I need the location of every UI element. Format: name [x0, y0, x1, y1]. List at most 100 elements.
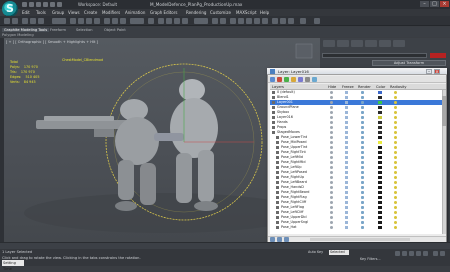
hide-toggle-icon[interactable]: [330, 91, 333, 94]
radiosity-toggle-icon[interactable]: [394, 201, 397, 204]
delete-layer-icon[interactable]: [277, 77, 282, 82]
hide-toggle-icon[interactable]: [330, 101, 333, 104]
radiosity-toggle-icon[interactable]: [394, 146, 397, 149]
hide-toggle-icon[interactable]: [330, 181, 333, 184]
render-toggle-icon[interactable]: [361, 111, 364, 114]
rectangular-selection-icon[interactable]: [86, 18, 92, 24]
play-icon[interactable]: [409, 251, 414, 256]
layer-color-swatch[interactable]: [378, 216, 382, 219]
render-toggle-icon[interactable]: [361, 126, 364, 129]
hide-toggle-icon[interactable]: [330, 171, 333, 174]
layer-expand-icon[interactable]: [276, 151, 279, 154]
freeze-toggle-icon[interactable]: [345, 91, 348, 94]
layer-color-swatch[interactable]: [378, 136, 382, 139]
freeze-toggle-icon[interactable]: [345, 111, 348, 114]
reference-coordinate-dropdown[interactable]: [130, 18, 144, 24]
render-toggle-icon[interactable]: [361, 101, 364, 104]
pivot-center-icon[interactable]: [148, 18, 154, 24]
radiosity-toggle-icon[interactable]: [394, 226, 397, 229]
hide-toggle-icon[interactable]: [330, 156, 333, 159]
radiosity-toggle-icon[interactable]: [394, 181, 397, 184]
graphite-toggle-icon[interactable]: [238, 18, 244, 24]
tab-freeform[interactable]: Freeform: [50, 28, 66, 32]
menu-views[interactable]: Views: [68, 10, 80, 15]
curve-editor-icon[interactable]: [246, 18, 252, 24]
render-toggle-icon[interactable]: [361, 221, 364, 224]
mirror-icon[interactable]: [212, 18, 218, 24]
layer-color-swatch[interactable]: [378, 126, 382, 129]
layer-color-swatch[interactable]: [378, 111, 382, 114]
radiosity-toggle-icon[interactable]: [394, 111, 397, 114]
layer-list-scroll-thumb[interactable]: [442, 96, 446, 126]
freeze-toggle-icon[interactable]: [345, 121, 348, 124]
radiosity-toggle-icon[interactable]: [394, 186, 397, 189]
layer-color-swatch[interactable]: [378, 96, 382, 99]
render-toggle-icon[interactable]: [361, 186, 364, 189]
hide-toggle-icon[interactable]: [330, 116, 333, 119]
radiosity-toggle-icon[interactable]: [394, 116, 397, 119]
render-toggle-icon[interactable]: [361, 141, 364, 144]
bind-space-warp-icon[interactable]: [38, 18, 44, 24]
layer-expand-icon[interactable]: [276, 141, 279, 144]
freeze-toggle-icon[interactable]: [345, 166, 348, 169]
layer-expand-icon[interactable]: [272, 91, 275, 94]
render-toggle-icon[interactable]: [361, 226, 364, 229]
radiosity-toggle-icon[interactable]: [394, 141, 397, 144]
hide-toggle-icon[interactable]: [330, 131, 333, 134]
next-frame-icon[interactable]: [416, 251, 421, 256]
hide-toggle-icon[interactable]: [330, 166, 333, 169]
layer-color-swatch[interactable]: [378, 131, 382, 134]
add-to-layer-icon[interactable]: [284, 77, 289, 82]
hide-toggle-icon[interactable]: [330, 186, 333, 189]
modify-tab-icon[interactable]: [337, 40, 349, 47]
freeze-toggle-icon[interactable]: [345, 206, 348, 209]
freeze-toggle-icon[interactable]: [345, 151, 348, 154]
layer-color-swatch[interactable]: [378, 141, 382, 144]
go-to-end-icon[interactable]: [423, 251, 428, 256]
highlight-selected-icon[interactable]: [298, 77, 303, 82]
link-icon[interactable]: [22, 18, 28, 24]
radiosity-toggle-icon[interactable]: [394, 161, 397, 164]
layer-expand-icon[interactable]: [272, 111, 275, 114]
col-layers[interactable]: Layers: [272, 85, 284, 89]
angle-snap-icon[interactable]: [166, 18, 172, 24]
select-highlighted-icon[interactable]: [291, 77, 296, 82]
radiosity-toggle-icon[interactable]: [394, 206, 397, 209]
layer-expand-icon[interactable]: [272, 96, 275, 99]
menu-tools[interactable]: Tools: [36, 10, 46, 15]
viewcube-icon[interactable]: [295, 43, 313, 59]
close-button[interactable]: ×: [440, 1, 449, 7]
render-toggle-icon[interactable]: [361, 191, 364, 194]
zoom-icon[interactable]: [433, 251, 438, 256]
layer-color-swatch[interactable]: [378, 196, 382, 199]
material-editor-icon[interactable]: [262, 18, 268, 24]
layer-expand-icon[interactable]: [272, 116, 275, 119]
layer-expand-icon[interactable]: [272, 131, 275, 134]
render-toggle-icon[interactable]: [361, 91, 364, 94]
freeze-toggle-icon[interactable]: [345, 106, 348, 109]
select-by-name-icon[interactable]: [78, 18, 84, 24]
radiosity-toggle-icon[interactable]: [394, 91, 397, 94]
layer-expand-icon[interactable]: [276, 181, 279, 184]
radiosity-toggle-icon[interactable]: [394, 96, 397, 99]
undo-tool-icon[interactable]: [4, 18, 10, 24]
layer-color-swatch[interactable]: [378, 166, 382, 169]
viewport-label[interactable]: [ + ] [ Orthographic ] [ Smooth + Highli…: [6, 40, 98, 44]
layer-color-swatch[interactable]: [378, 206, 382, 209]
auto-key-button[interactable]: Auto Key: [308, 250, 323, 254]
workspace-selector[interactable]: Workspace: Default: [78, 2, 117, 7]
freeze-toggle-icon[interactable]: [345, 136, 348, 139]
layer-color-swatch[interactable]: [378, 201, 382, 204]
maximize-button[interactable]: □: [430, 1, 439, 7]
motion-tab-icon[interactable]: [365, 40, 377, 47]
select-object-icon[interactable]: [70, 18, 76, 24]
freeze-toggle-icon[interactable]: [345, 96, 348, 99]
layer-color-swatch[interactable]: [378, 121, 382, 124]
menu-rendering[interactable]: Rendering: [186, 10, 206, 15]
layer-expand-icon[interactable]: [272, 101, 275, 104]
freeze-toggle-icon[interactable]: [345, 221, 348, 224]
redo-icon[interactable]: [50, 2, 55, 7]
render-production-icon[interactable]: [288, 18, 294, 24]
orbit-icon[interactable]: [440, 251, 445, 256]
snaps-toggle-icon[interactable]: [158, 18, 164, 24]
